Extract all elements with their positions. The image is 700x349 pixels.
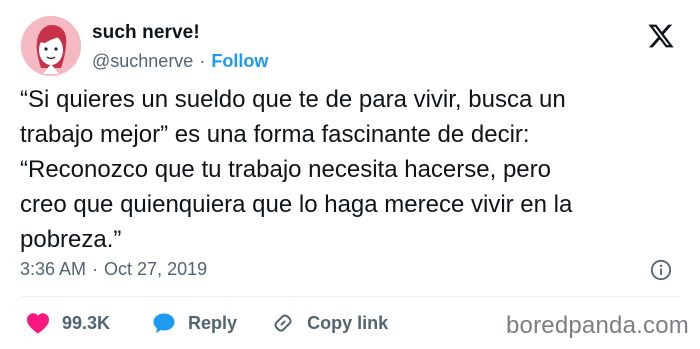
link-icon — [274, 314, 292, 332]
boredpanda-watermark: boredpanda.com — [506, 312, 689, 339]
tweet-date: Oct 27, 2019 — [104, 259, 208, 279]
speech-bubble-icon — [153, 313, 175, 333]
tweet-text-line: “Si quieres un sueldo que te de para viv… — [20, 86, 566, 113]
info-icon[interactable] — [650, 259, 672, 281]
avatar-illustration — [21, 16, 81, 76]
separator-dot: · — [92, 259, 99, 279]
like-button[interactable]: 99.3K — [26, 312, 110, 334]
follow-button[interactable]: Follow — [211, 51, 268, 72]
divider — [20, 296, 680, 297]
tweet-actions: 99.3K Reply Copy link — [20, 310, 388, 336]
tweet-text-line: trabajo mejor” es una forma fascinante d… — [20, 121, 530, 148]
tweet-text-line: “Reconozco que tu trabajo necesita hacer… — [20, 156, 551, 183]
tweet-text-line: creo que quienquiera que lo haga merece … — [20, 191, 573, 218]
reply-button[interactable]: Reply — [152, 312, 237, 334]
separator-dot: · — [199, 51, 206, 71]
tweet-text-line: pobreza.” — [20, 226, 122, 253]
info-glyph — [650, 259, 672, 281]
tweet-text: “Si quieres un sueldo que te de para viv… — [20, 82, 692, 257]
tweet-time: 3:36 AM — [20, 259, 87, 279]
like-count: 99.3K — [62, 312, 111, 333]
x-logo-glyph — [648, 24, 674, 48]
x-logo-icon[interactable] — [646, 22, 676, 50]
author-handle[interactable]: @suchnerve — [92, 51, 193, 72]
heart-icon — [27, 313, 49, 334]
copy-link-label: Copy link — [307, 312, 389, 333]
copy-link-button[interactable]: Copy link — [271, 311, 388, 335]
avatar[interactable] — [21, 16, 81, 76]
author-handle-row: @suchnerve · Follow — [92, 51, 268, 72]
author-display-name[interactable]: such nerve! — [92, 22, 200, 44]
reply-label: Reply — [188, 312, 238, 333]
tweet-timestamp[interactable]: 3:36 AM · Oct 27, 2019 — [20, 259, 207, 280]
